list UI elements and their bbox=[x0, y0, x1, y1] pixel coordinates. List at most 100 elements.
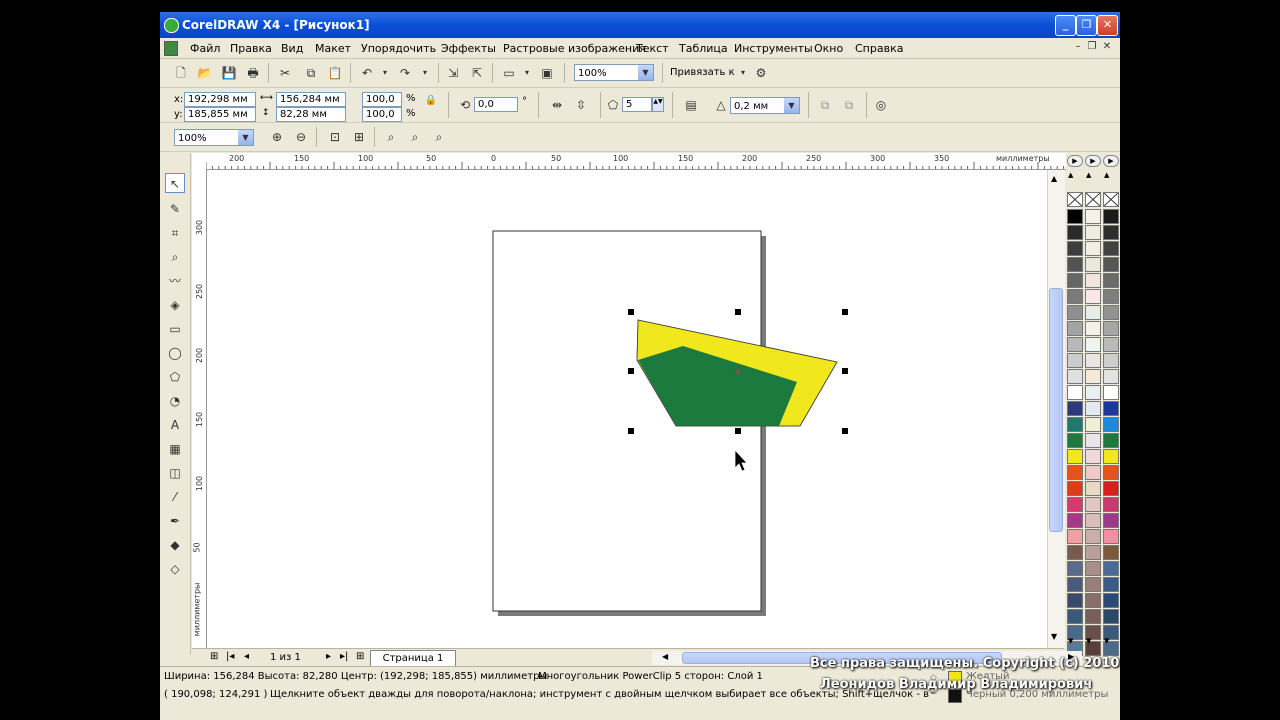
width-field[interactable]: 156,284 мм bbox=[276, 92, 346, 107]
color-swatch[interactable] bbox=[1085, 273, 1101, 288]
color-swatch[interactable] bbox=[1067, 545, 1083, 560]
menu-view[interactable]: Вид bbox=[281, 42, 303, 55]
color-swatch[interactable] bbox=[1067, 337, 1083, 352]
redo-dropdown-icon[interactable]: ▾ bbox=[416, 64, 434, 82]
menu-file[interactable]: Файл bbox=[190, 42, 220, 55]
color-swatch[interactable] bbox=[1103, 561, 1119, 576]
menu-window[interactable]: Окно bbox=[814, 42, 843, 55]
color-swatch[interactable] bbox=[1067, 497, 1083, 512]
redo-icon[interactable]: ↷ bbox=[396, 64, 414, 82]
lock-ratio-icon[interactable]: 🔒 bbox=[422, 92, 440, 110]
color-swatch[interactable] bbox=[1103, 593, 1119, 608]
scale-height-field[interactable]: 100,0 bbox=[362, 107, 402, 122]
scale-width-field[interactable]: 100,0 bbox=[362, 92, 402, 107]
color-swatch[interactable] bbox=[1103, 209, 1119, 224]
color-swatch[interactable] bbox=[1067, 609, 1083, 624]
color-swatch[interactable] bbox=[1103, 529, 1119, 544]
fill-tool-icon[interactable]: ◆ bbox=[165, 535, 185, 555]
color-swatch[interactable] bbox=[1085, 369, 1101, 384]
menu-help[interactable]: Справка bbox=[855, 42, 903, 55]
color-swatch[interactable] bbox=[1067, 417, 1083, 432]
application-launcher-icon[interactable]: ▭ bbox=[500, 64, 518, 82]
no-color-swatch[interactable] bbox=[1085, 192, 1101, 207]
scroll-up-icon[interactable]: ▲ bbox=[1051, 174, 1057, 183]
vertical-scrollbar[interactable]: ▲ ▼ bbox=[1047, 170, 1065, 648]
add-page-after-icon[interactable]: ⊞ bbox=[356, 651, 364, 662]
color-swatch[interactable] bbox=[1085, 321, 1101, 336]
save-icon[interactable]: 💾 bbox=[220, 64, 238, 82]
import-icon[interactable]: ⇲ bbox=[444, 64, 462, 82]
color-swatch[interactable] bbox=[1067, 241, 1083, 256]
color-swatch[interactable] bbox=[1103, 385, 1119, 400]
color-swatch[interactable] bbox=[1085, 305, 1101, 320]
color-swatch[interactable] bbox=[1103, 609, 1119, 624]
to-front-icon[interactable]: ⧉ bbox=[816, 96, 834, 114]
color-swatch[interactable] bbox=[1103, 545, 1119, 560]
add-page-icon[interactable]: ⊞ bbox=[210, 651, 218, 662]
color-swatch[interactable] bbox=[1085, 257, 1101, 272]
color-swatch[interactable] bbox=[1085, 561, 1101, 576]
drawing-canvas[interactable]: × bbox=[207, 170, 1047, 648]
outline-width-combo[interactable]: 0,2 мм ▼ bbox=[730, 97, 800, 114]
sides-field[interactable]: 5 bbox=[622, 97, 652, 112]
menu-tools[interactable]: Инструменты bbox=[734, 42, 813, 55]
palette-flyout-icon[interactable]: ▶ bbox=[1103, 155, 1119, 167]
zoom-page-icon[interactable]: ⌕ bbox=[382, 128, 400, 146]
color-swatch[interactable] bbox=[1103, 353, 1119, 368]
color-swatch[interactable] bbox=[1085, 385, 1101, 400]
options-icon[interactable]: ⚙ bbox=[752, 64, 770, 82]
undo-dropdown-icon[interactable]: ▾ bbox=[376, 64, 394, 82]
shape-tool-icon[interactable]: ✎ bbox=[165, 199, 185, 219]
color-swatch[interactable] bbox=[1067, 481, 1083, 496]
zoom-all-icon[interactable]: ⊞ bbox=[350, 128, 368, 146]
sides-spinner[interactable]: ▲▼ bbox=[652, 97, 664, 112]
last-page-icon[interactable]: ▸| bbox=[340, 651, 348, 662]
color-swatch[interactable] bbox=[1085, 209, 1101, 224]
color-swatch[interactable] bbox=[1067, 273, 1083, 288]
rotation-field[interactable]: 0,0 bbox=[474, 97, 518, 112]
color-swatch[interactable] bbox=[1103, 225, 1119, 240]
color-swatch[interactable] bbox=[1103, 481, 1119, 496]
palette-scroll-up-icon[interactable]: ▲ bbox=[1104, 171, 1109, 179]
welcome-screen-icon[interactable]: ▣ bbox=[538, 64, 556, 82]
eyedropper-icon[interactable]: ⁄ bbox=[165, 487, 185, 507]
document-icon[interactable] bbox=[164, 41, 178, 56]
color-swatch[interactable] bbox=[1085, 529, 1101, 544]
color-swatch[interactable] bbox=[1103, 273, 1119, 288]
interactive-blend-icon[interactable]: ◫ bbox=[165, 463, 185, 483]
color-swatch[interactable] bbox=[1085, 465, 1101, 480]
color-swatch[interactable] bbox=[1103, 369, 1119, 384]
color-swatch[interactable] bbox=[1067, 321, 1083, 336]
minimize-button[interactable]: _ bbox=[1055, 15, 1076, 36]
color-swatch[interactable] bbox=[1103, 465, 1119, 480]
color-swatch[interactable] bbox=[1103, 321, 1119, 336]
smart-fill-icon[interactable]: ◈ bbox=[165, 295, 185, 315]
no-color-swatch[interactable] bbox=[1067, 192, 1083, 207]
color-swatch[interactable] bbox=[1085, 433, 1101, 448]
table-tool-icon[interactable]: ▦ bbox=[165, 439, 185, 459]
scroll-left-icon[interactable]: ◀ bbox=[662, 652, 668, 661]
zoom-selected-icon[interactable]: ⊡ bbox=[326, 128, 344, 146]
close-button[interactable]: ✕ bbox=[1097, 15, 1118, 36]
polygon-tool-icon[interactable]: ⬠ bbox=[165, 367, 185, 387]
zoom-combo[interactable]: 100% ▼ bbox=[174, 129, 254, 146]
color-swatch[interactable] bbox=[1067, 225, 1083, 240]
undo-icon[interactable]: ↶ bbox=[358, 64, 376, 82]
chevron-down-icon[interactable]: ▼ bbox=[638, 65, 653, 80]
height-field[interactable]: 82,28 мм bbox=[276, 107, 346, 122]
menu-bitmaps[interactable]: Растровые изображения bbox=[503, 42, 646, 55]
crop-tool-icon[interactable]: ⌗ bbox=[165, 223, 185, 243]
palette-flyout-icon[interactable]: ▶ bbox=[1085, 155, 1101, 167]
color-swatch[interactable] bbox=[1067, 529, 1083, 544]
text-tool-icon[interactable]: A bbox=[165, 415, 185, 435]
zoom-in-icon[interactable]: ⊕ bbox=[268, 128, 286, 146]
next-page-icon[interactable]: ▸ bbox=[326, 651, 331, 662]
color-swatch[interactable] bbox=[1085, 577, 1101, 592]
export-icon[interactable]: ⇱ bbox=[468, 64, 486, 82]
color-swatch[interactable] bbox=[1067, 401, 1083, 416]
color-swatch[interactable] bbox=[1103, 449, 1119, 464]
color-swatch[interactable] bbox=[1103, 289, 1119, 304]
color-swatch[interactable] bbox=[1085, 609, 1101, 624]
color-swatch[interactable] bbox=[1085, 241, 1101, 256]
doc-minimize-icon[interactable]: – bbox=[1072, 41, 1084, 53]
